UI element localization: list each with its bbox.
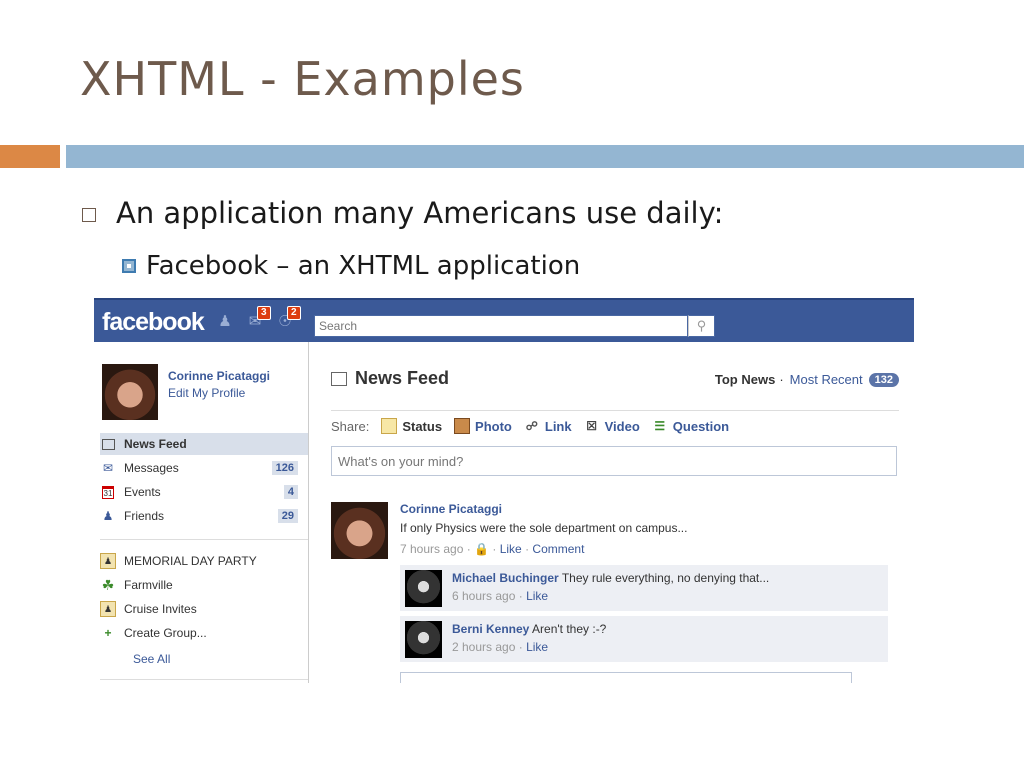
- share-status-button[interactable]: Status: [381, 418, 442, 434]
- news-feed-icon: [100, 436, 116, 452]
- create-group-icon: +: [104, 626, 112, 640]
- question-icon: ☰: [654, 419, 666, 433]
- facebook-screenshot: facebook ♟ ✉ 3 ☉ 2 Search ⚲ Corinne Pica…: [94, 298, 914, 683]
- see-all-link[interactable]: See All: [133, 652, 170, 666]
- post-author-name[interactable]: Corinne Picataggi: [400, 502, 502, 516]
- sidebar-item-label: News Feed: [124, 437, 187, 451]
- comment-timestamp[interactable]: 2 hours ago: [452, 640, 515, 654]
- group-icon: ♟: [100, 601, 116, 617]
- left-sidebar: Corinne Picataggi Edit My Profile News F…: [94, 342, 309, 683]
- commenter-avatar[interactable]: [405, 570, 442, 607]
- commenter-avatar[interactable]: [405, 621, 442, 658]
- link-icon: ☍: [525, 419, 538, 433]
- sidebar-item-label: Cruise Invites: [124, 602, 197, 616]
- top-news-tab[interactable]: Top News: [715, 372, 775, 387]
- bullet-level-1: An application many Americans use daily:: [82, 196, 723, 230]
- sidebar-item-label: Create Group...: [124, 626, 207, 640]
- profile-name[interactable]: Corinne Picataggi: [168, 369, 270, 383]
- notifications-count-badge: 2: [287, 306, 301, 320]
- sidebar-item-label: Friends: [124, 509, 165, 523]
- video-icon: ☒: [586, 419, 597, 433]
- sidebar-item-label: MEMORIAL DAY PARTY: [124, 554, 257, 568]
- hollow-square-bullet-icon: [82, 208, 96, 222]
- slide-title: XHTML - Examples: [80, 52, 525, 106]
- share-label: Share:: [331, 418, 370, 434]
- write-comment-input[interactable]: [400, 672, 852, 683]
- post-timestamp[interactable]: 7 hours ago: [400, 542, 463, 556]
- group-icon: ♟: [100, 553, 116, 569]
- post-author-avatar[interactable]: [331, 502, 388, 559]
- sidebar-item-label: Farmville: [124, 578, 173, 592]
- comment-text: Aren't they :-?: [532, 622, 607, 636]
- events-icon: 31: [100, 484, 116, 500]
- profile-avatar[interactable]: [102, 364, 158, 420]
- comment-link[interactable]: Comment: [532, 542, 584, 556]
- sidebar-item-label: Messages: [124, 461, 179, 475]
- comment-like-link[interactable]: Like: [526, 640, 548, 654]
- edit-profile-link[interactable]: Edit My Profile: [168, 386, 245, 400]
- comment-timestamp[interactable]: 6 hours ago: [452, 589, 515, 603]
- commenter-name[interactable]: Berni Kenney: [452, 622, 529, 636]
- post-text: If only Physics were the sole department…: [400, 521, 688, 535]
- sidebar-item-cruise-invites[interactable]: ♟ Cruise Invites: [100, 598, 308, 620]
- tree-icon: ☘: [101, 576, 115, 593]
- messages-icon: ✉: [102, 461, 114, 475]
- friends-icon: ♟: [102, 509, 114, 523]
- sidebar-item-create-group[interactable]: + Create Group...: [100, 622, 308, 644]
- comment-item: Michael Buchinger They rule everything, …: [400, 565, 888, 611]
- messages-count-badge: 3: [257, 306, 271, 320]
- bullet-2-text: Facebook – an XHTML application: [146, 251, 581, 281]
- share-bar: Share: Status Photo ☍ Link ☒ Video ☰ Que…: [331, 418, 741, 434]
- photo-icon: [454, 418, 471, 434]
- sidebar-item-messages[interactable]: ✉ Messages 126: [100, 457, 308, 479]
- sidebar-item-farmville[interactable]: ☘ Farmville: [100, 574, 308, 596]
- share-video-button[interactable]: ☒ Video: [584, 418, 640, 434]
- post-meta: 7 hours ago · 🔒 · Like · Comment: [400, 542, 585, 556]
- status-icon: [381, 418, 398, 434]
- sidebar-item-label: Events: [124, 485, 161, 499]
- bullet-level-2: Facebook – an XHTML application: [122, 251, 580, 281]
- sidebar-item-events[interactable]: 31 Events 4: [100, 481, 308, 503]
- comment-item: Berni Kenney Aren't they :-? 2 hours ago…: [400, 616, 888, 662]
- share-question-button[interactable]: ☰ Question: [652, 418, 729, 434]
- most-recent-count-badge: 132: [868, 372, 899, 387]
- divider: [100, 679, 308, 680]
- share-link-button[interactable]: ☍ Link: [524, 418, 572, 434]
- share-photo-button[interactable]: Photo: [454, 418, 512, 434]
- sidebar-item-news-feed[interactable]: News Feed: [100, 433, 308, 455]
- feed-sort-options: Top News · Most Recent 132: [715, 372, 899, 387]
- sidebar-item-friends[interactable]: ♟ Friends 29: [100, 505, 308, 527]
- friends-count: 29: [277, 509, 298, 523]
- filled-square-bullet-icon: [122, 259, 136, 273]
- like-link[interactable]: Like: [500, 542, 522, 556]
- divider: [100, 539, 308, 540]
- search-input[interactable]: Search: [314, 315, 688, 337]
- status-composer-input[interactable]: What's on your mind?: [331, 446, 897, 476]
- messages-count: 126: [271, 461, 298, 475]
- fb-top-bar: facebook ♟ ✉ 3 ☉ 2 Search ⚲: [94, 298, 914, 342]
- search-icon[interactable]: ⚲: [688, 315, 715, 337]
- separator-dot: ·: [779, 372, 784, 387]
- accent-band-blue: [66, 145, 1024, 168]
- lock-icon: 🔒: [474, 542, 490, 556]
- news-feed-heading: News Feed: [331, 368, 449, 389]
- comment-text: They rule everything, no denying that...: [561, 571, 770, 585]
- news-feed-title: News Feed: [355, 368, 450, 388]
- friends-icon[interactable]: ♟: [216, 314, 234, 330]
- comment-like-link[interactable]: Like: [526, 589, 548, 603]
- sidebar-item-memorial-day-party[interactable]: ♟ MEMORIAL DAY PARTY: [100, 550, 308, 572]
- commenter-name[interactable]: Michael Buchinger: [452, 571, 559, 585]
- events-count: 4: [283, 485, 298, 499]
- news-feed-icon: [331, 371, 347, 386]
- accent-band-orange: [0, 145, 60, 168]
- bullet-1-text: An application many Americans use daily:: [116, 196, 724, 230]
- divider: [331, 410, 899, 411]
- fb-logo[interactable]: facebook: [102, 308, 205, 337]
- most-recent-tab[interactable]: Most Recent: [790, 372, 863, 387]
